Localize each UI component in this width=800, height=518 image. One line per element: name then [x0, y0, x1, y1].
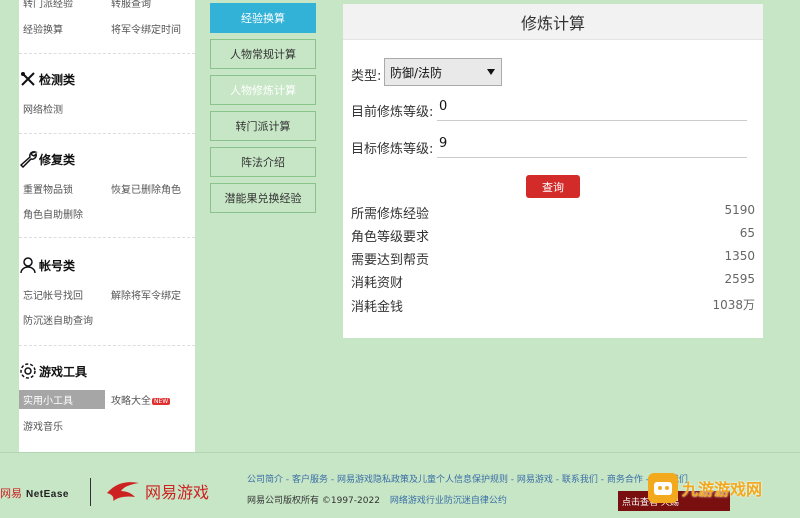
type-label: 类型:	[351, 69, 382, 84]
type-select[interactable]: 防御/法防	[384, 58, 502, 86]
link-guides[interactable]: 攻略大全 NEW	[111, 392, 171, 407]
link-anti-addiction[interactable]: 防沉迷自助查询	[23, 312, 93, 327]
sidebar: 转门派经验 转服查询 经验换算 将军令绑定时间 检测类 网络检测 修复类 重置物…	[19, 0, 195, 452]
query-button[interactable]: 查询	[526, 175, 580, 198]
target-level-label: 目标修炼等级:	[351, 142, 434, 157]
divider	[19, 53, 195, 54]
copyright: 网易公司版权所有 ©1997-2022 网络游戏行业防沉迷自律公约	[247, 496, 507, 506]
link-token-bind-time[interactable]: 将军令绑定时间	[111, 21, 181, 36]
tab-formation-intro[interactable]: 阵法介绍	[210, 147, 316, 177]
self-discipline-link[interactable]: 网络游戏行业防沉迷自律公约	[390, 496, 507, 506]
link-game-music[interactable]: 游戏音乐	[23, 418, 63, 433]
result-row: 所需修炼经验 5190	[351, 203, 755, 222]
tab-cultivation-calc[interactable]: 人物修炼计算	[210, 75, 316, 105]
divider	[19, 345, 195, 346]
current-level-label: 目前修炼等级:	[351, 105, 434, 120]
link-network-check[interactable]: 网络检测	[23, 101, 63, 116]
panel-title: 修炼计算	[343, 4, 763, 40]
netease-logo[interactable]: 网易 NetEase	[0, 485, 69, 501]
watermark: 九游游戏网	[648, 473, 762, 503]
link-delete-role[interactable]: 角色自助删除	[23, 206, 83, 221]
netease-games-logo[interactable]: 网易游戏	[105, 479, 209, 503]
section-title-detect: 检测类	[19, 70, 75, 88]
divider	[19, 133, 195, 134]
cultivation-calculator-panel: 修炼计算 类型: 防御/法防 目前修炼等级: 0 目标修炼等级: 9 查询 所需…	[343, 4, 763, 338]
gamepad-icon	[648, 473, 678, 503]
result-row: 消耗金钱 1038万	[351, 298, 755, 315]
divider	[90, 478, 91, 506]
new-badge: NEW	[152, 397, 171, 405]
result-row: 角色等级要求 65	[351, 226, 755, 245]
result-row: 需要达到帮贡 1350	[351, 249, 755, 268]
tab-transfer-calc[interactable]: 转门派计算	[210, 111, 316, 141]
divider	[19, 237, 195, 238]
link-utility-tools[interactable]: 实用小工具	[19, 390, 105, 409]
link-reset-item-lock[interactable]: 重置物品锁	[23, 181, 73, 196]
user-icon	[20, 257, 36, 274]
tab-potential-fruit[interactable]: 潜能果兑换经验	[210, 183, 316, 213]
phoenix-icon	[107, 482, 139, 501]
current-level-input[interactable]: 0	[437, 99, 747, 121]
link-find-account[interactable]: 忘记帐号找回	[23, 287, 83, 302]
link-server-query[interactable]: 转服查询	[111, 0, 151, 10]
tab-character-calc[interactable]: 人物常规计算	[210, 39, 316, 69]
footer: 网易 NetEase 网易游戏 公司简介 - 客户服务 - 网易游戏隐私政策及儿童…	[0, 452, 800, 518]
target-level-input[interactable]: 9	[437, 136, 747, 158]
tab-exp-convert[interactable]: 经验换算	[210, 3, 316, 33]
result-row: 消耗资财 2595	[351, 272, 755, 291]
chevron-down-icon	[487, 69, 495, 75]
section-title-repair: 修复类	[19, 150, 75, 168]
link-exp-convert[interactable]: 经验换算	[23, 21, 63, 36]
link-unbind-token[interactable]: 解除将军令绑定	[111, 287, 181, 302]
wrench-icon	[19, 151, 38, 168]
footer-links[interactable]: 公司简介 - 客户服务 - 网易游戏隐私政策及儿童个人信息保护规则 - 网易游戏…	[247, 472, 688, 485]
tools-icon	[21, 72, 35, 86]
gear-icon	[20, 363, 36, 379]
link-restore-role[interactable]: 恢复已删除角色	[111, 181, 181, 196]
section-title-account: 帐号类	[19, 256, 75, 274]
section-title-tools: 游戏工具	[19, 362, 87, 380]
link-transfer-exp[interactable]: 转门派经验	[23, 0, 73, 10]
